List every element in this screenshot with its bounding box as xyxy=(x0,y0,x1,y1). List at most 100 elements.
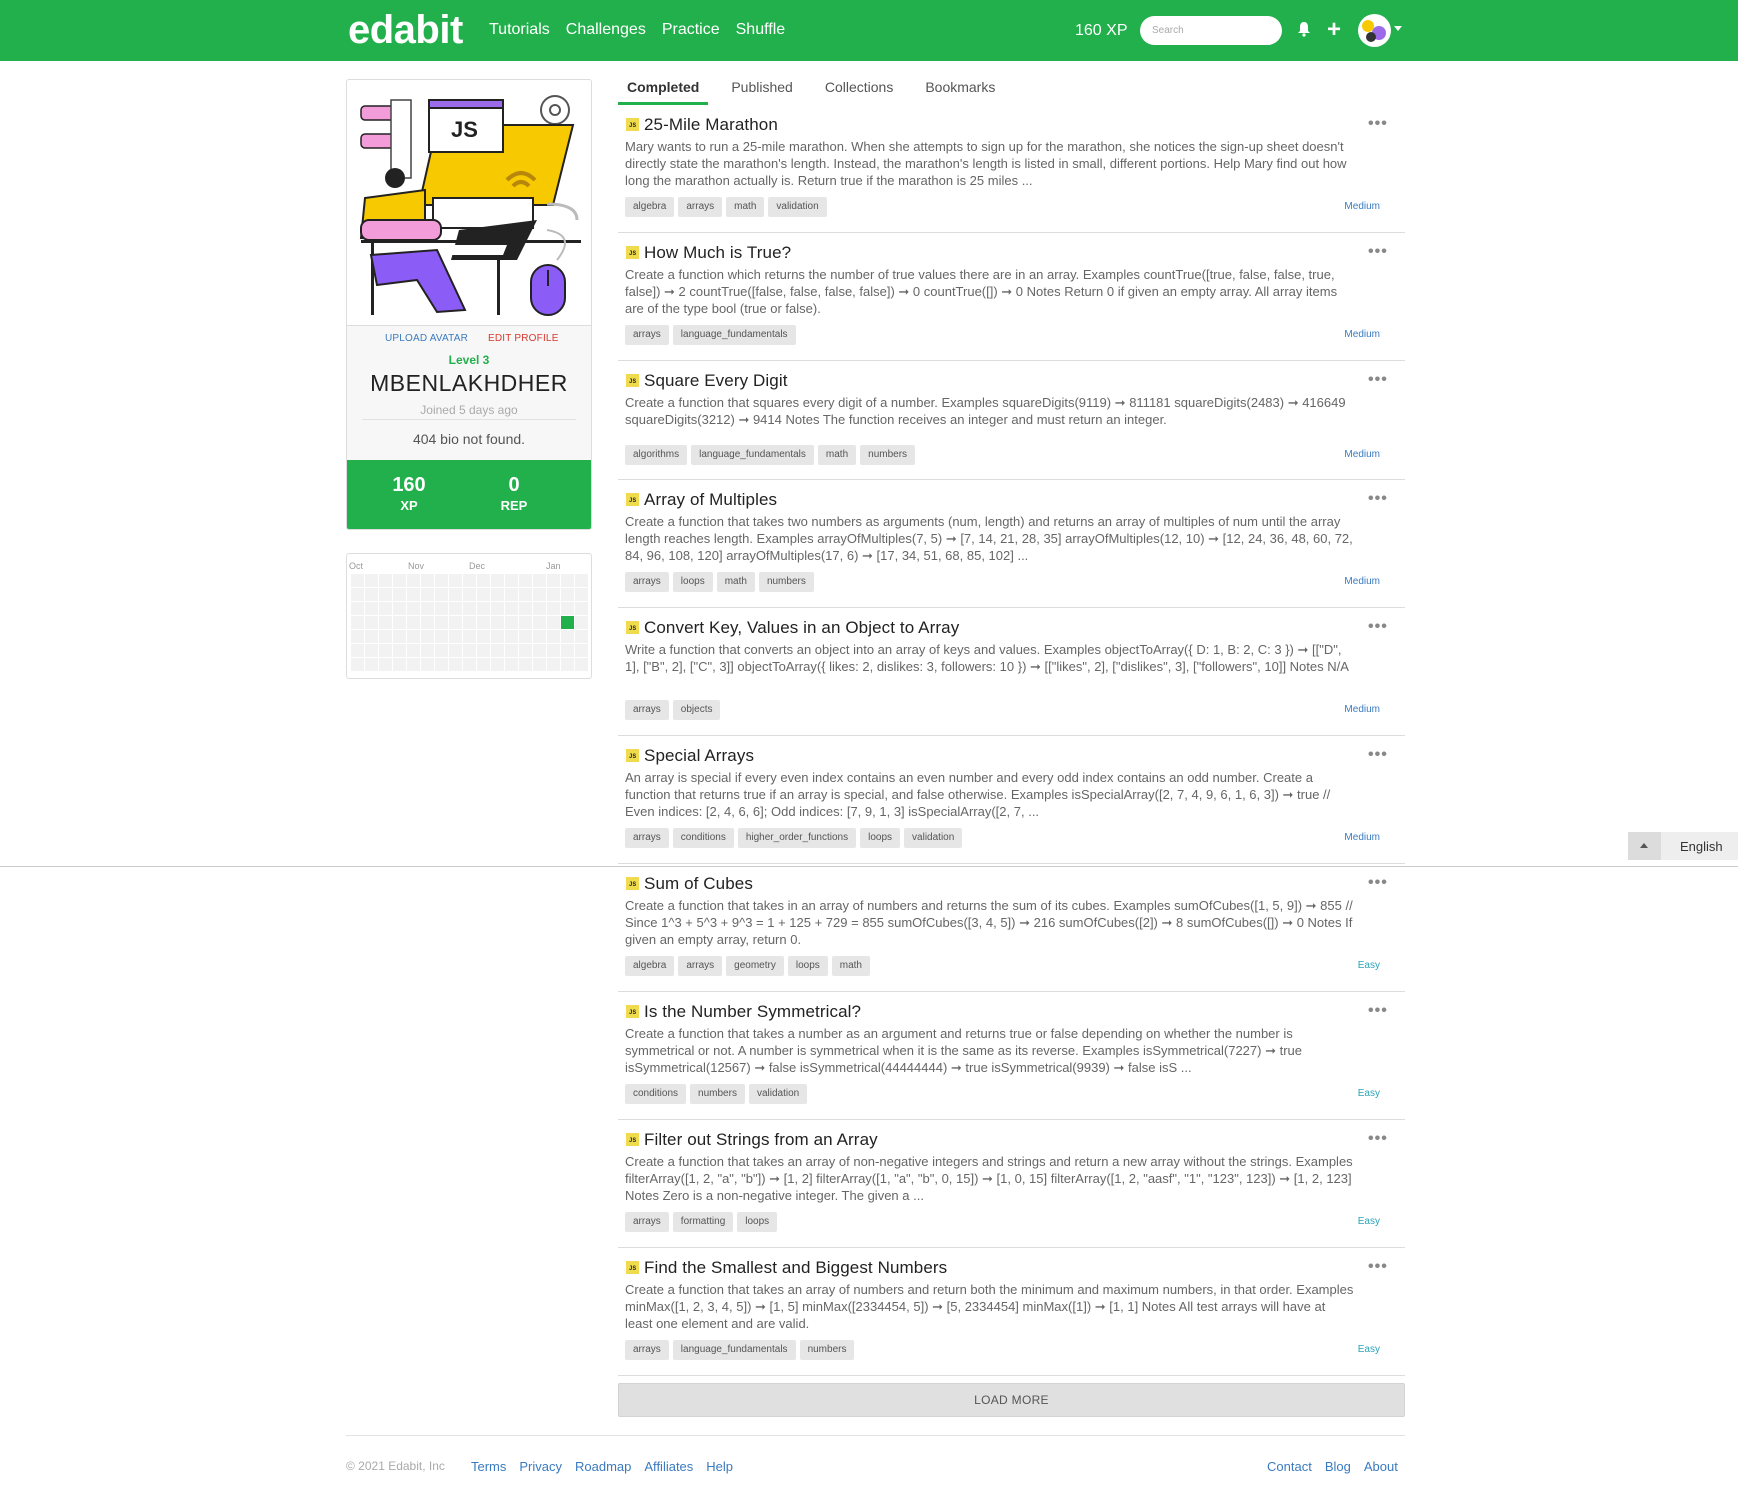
tag[interactable]: arrays xyxy=(625,572,669,592)
nav-link-practice[interactable]: Practice xyxy=(662,21,720,39)
challenge-item[interactable]: JS Square Every Digit Create a function th… xyxy=(618,361,1405,480)
challenge-title[interactable]: Special Arrays xyxy=(644,746,754,766)
upload-avatar-link[interactable]: UPLOAD AVATAR xyxy=(385,333,468,344)
tag[interactable]: geometry xyxy=(726,956,784,976)
more-options-icon[interactable]: ••• xyxy=(1368,1130,1388,1148)
challenge-item[interactable]: JS Special Arrays An array is special if e… xyxy=(618,736,1405,864)
avatar[interactable] xyxy=(1358,14,1391,47)
more-options-icon[interactable]: ••• xyxy=(1368,1258,1388,1276)
tab-published[interactable]: Published xyxy=(722,79,802,104)
challenge-title[interactable]: How Much is True? xyxy=(644,243,791,263)
difficulty-label: Easy xyxy=(1357,1216,1380,1227)
tag[interactable]: objects xyxy=(672,700,721,720)
tag[interactable]: validation xyxy=(768,197,827,217)
more-options-icon[interactable]: ••• xyxy=(1368,618,1388,636)
challenge-title[interactable]: Sum of Cubes xyxy=(644,874,753,894)
activity-cell xyxy=(435,574,448,587)
challenge-title[interactable]: Is the Number Symmetrical? xyxy=(644,1002,861,1022)
tag[interactable]: arrays xyxy=(625,1212,669,1232)
more-options-icon[interactable]: ••• xyxy=(1368,746,1388,764)
bell-icon[interactable] xyxy=(1296,21,1312,39)
tag[interactable]: arrays xyxy=(678,197,723,217)
tag[interactable]: loops xyxy=(787,956,828,976)
challenge-item[interactable]: JS Find the Smallest and Biggest Numbers C… xyxy=(618,1248,1405,1376)
activity-cell xyxy=(407,574,420,587)
footer-link-roadmap[interactable]: Roadmap xyxy=(575,1459,631,1474)
challenge-title[interactable]: Find the Smallest and Biggest Numbers xyxy=(644,1258,947,1278)
tab-bookmarks[interactable]: Bookmarks xyxy=(916,79,1004,104)
tag-list: arrays language_fundamentals xyxy=(625,325,796,345)
tag[interactable]: language_fundamentals xyxy=(691,445,814,465)
footer-link-help[interactable]: Help xyxy=(706,1459,733,1474)
tab-completed[interactable]: Completed xyxy=(618,79,709,105)
tag[interactable]: numbers xyxy=(690,1084,745,1104)
footer-link-privacy[interactable]: Privacy xyxy=(519,1459,562,1474)
scroll-to-top-button[interactable] xyxy=(1628,832,1661,860)
challenge-item[interactable]: JS Array of Multiples Create a function th… xyxy=(618,480,1405,608)
tag[interactable]: arrays xyxy=(678,956,723,976)
activity-cell xyxy=(407,644,420,657)
tab-collections[interactable]: Collections xyxy=(816,79,902,104)
challenge-item[interactable]: JS Convert Key, Values in an Object to Ar… xyxy=(618,608,1405,736)
tag[interactable]: numbers xyxy=(860,445,916,465)
more-options-icon[interactable]: ••• xyxy=(1368,115,1388,133)
more-options-icon[interactable]: ••• xyxy=(1368,371,1388,389)
challenge-title[interactable]: Filter out Strings from an Array xyxy=(644,1130,878,1150)
challenge-item[interactable]: JS 25-Mile Marathon Mary wants to run a 25… xyxy=(618,105,1405,233)
challenge-item[interactable]: JS Filter out Strings from an Array Create… xyxy=(618,1120,1405,1248)
footer-link-terms[interactable]: Terms xyxy=(471,1459,506,1474)
tag[interactable]: algebra xyxy=(625,197,675,217)
tag[interactable]: math xyxy=(716,572,755,592)
more-options-icon[interactable]: ••• xyxy=(1368,243,1388,261)
more-options-icon[interactable]: ••• xyxy=(1368,490,1388,508)
language-selector[interactable]: English xyxy=(1628,832,1738,860)
tag[interactable]: numbers xyxy=(758,572,814,592)
tag[interactable]: formatting xyxy=(672,1212,734,1232)
tag[interactable]: loops xyxy=(860,828,901,848)
tag[interactable]: arrays xyxy=(625,1340,669,1360)
activity-cell xyxy=(477,574,490,587)
tag[interactable]: arrays xyxy=(625,700,669,720)
tag[interactable]: language_fundamentals xyxy=(672,1340,796,1360)
footer-link-about[interactable]: About xyxy=(1364,1459,1398,1474)
tag[interactable]: algorithms xyxy=(625,445,688,465)
challenge-item[interactable]: JS How Much is True? Create a function whi… xyxy=(618,233,1405,361)
challenge-title[interactable]: Square Every Digit xyxy=(644,371,788,391)
footer-link-contact[interactable]: Contact xyxy=(1267,1459,1312,1474)
nav-link-challenges[interactable]: Challenges xyxy=(566,21,646,39)
search-input[interactable] xyxy=(1140,16,1282,45)
challenge-item[interactable]: JS Sum of Cubes Create a function that tak… xyxy=(618,864,1405,992)
challenge-title[interactable]: 25-Mile Marathon xyxy=(644,115,778,135)
tag[interactable]: validation xyxy=(904,828,963,848)
edabit-logo[interactable]: edabit xyxy=(348,8,463,53)
chevron-down-icon[interactable] xyxy=(1394,26,1402,31)
tag[interactable]: math xyxy=(817,445,857,465)
tag[interactable]: math xyxy=(726,197,765,217)
tag[interactable]: conditions xyxy=(672,828,734,848)
tag[interactable]: arrays xyxy=(625,325,669,345)
more-options-icon[interactable]: ••• xyxy=(1368,1002,1388,1020)
more-options-icon[interactable]: ••• xyxy=(1368,874,1388,892)
tag[interactable]: language_fundamentals xyxy=(672,325,796,345)
nav-link-shuffle[interactable]: Shuffle xyxy=(736,21,786,39)
nav-link-tutorials[interactable]: Tutorials xyxy=(489,21,550,39)
tag[interactable]: validation xyxy=(748,1084,808,1104)
tag[interactable]: algebra xyxy=(625,956,675,976)
challenge-item[interactable]: JS Is the Number Symmetrical? Create a fun… xyxy=(618,992,1405,1120)
load-more-button[interactable]: LOAD MORE xyxy=(618,1383,1405,1417)
tag[interactable]: numbers xyxy=(799,1340,855,1360)
tag[interactable]: loops xyxy=(737,1212,778,1232)
tag[interactable]: arrays xyxy=(625,828,669,848)
challenge-description: Create a function that squares every dig… xyxy=(625,395,1346,427)
tag[interactable]: loops xyxy=(672,572,713,592)
tag[interactable]: higher_order_functions xyxy=(737,828,857,848)
challenge-title[interactable]: Array of Multiples xyxy=(644,490,777,510)
footer-link-affiliates[interactable]: Affiliates xyxy=(644,1459,693,1474)
tag[interactable]: math xyxy=(831,956,870,976)
tag[interactable]: conditions xyxy=(625,1084,687,1104)
challenge-title[interactable]: Convert Key, Values in an Object to Arra… xyxy=(644,618,959,638)
activity-cell xyxy=(575,644,588,657)
edit-profile-link[interactable]: EDIT PROFILE xyxy=(488,333,559,344)
plus-icon[interactable]: + xyxy=(1327,16,1341,44)
footer-link-blog[interactable]: Blog xyxy=(1325,1459,1351,1474)
